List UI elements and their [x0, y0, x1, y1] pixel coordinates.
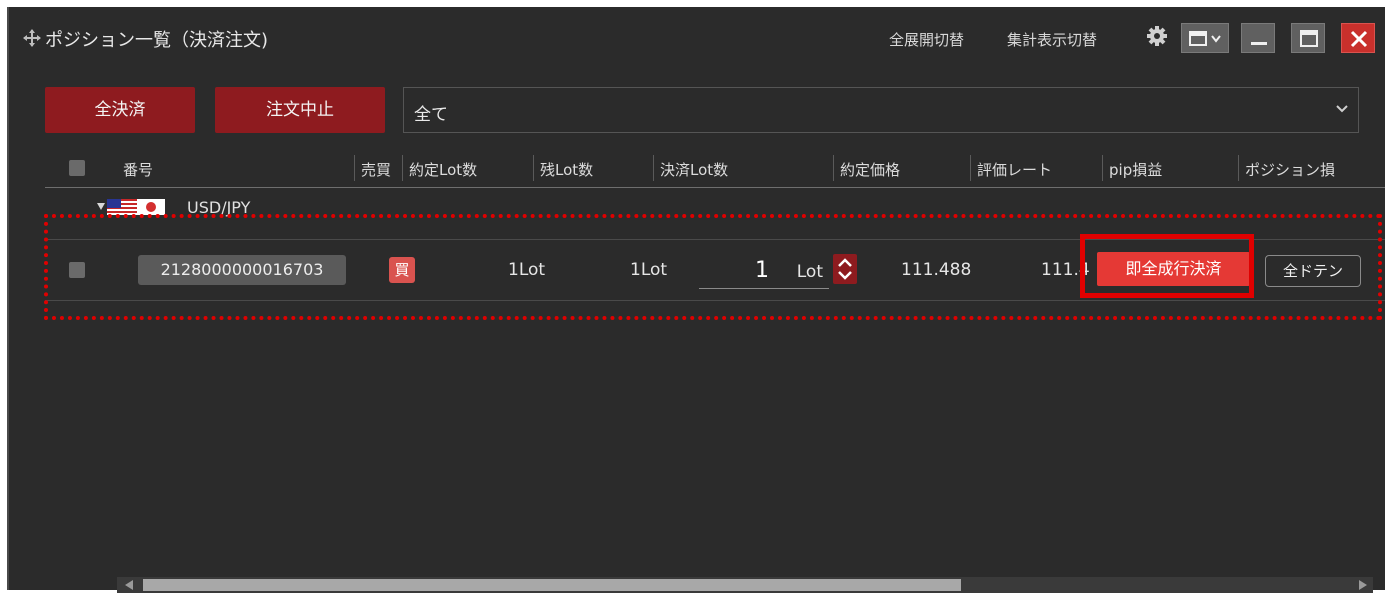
- column-divider: [833, 155, 834, 181]
- column-divider: [354, 155, 355, 181]
- us-jp-flag-icon: [107, 199, 165, 215]
- title-bar[interactable]: ポジション一覧（決済注文) 全展開切替 集計表示切替: [9, 7, 1385, 69]
- window-title: ポジション一覧（決済注文): [45, 30, 269, 51]
- maximize-button[interactable]: [1291, 23, 1325, 53]
- column-header-fill-price[interactable]: 約定価格: [840, 159, 900, 180]
- select-all-checkbox[interactable]: [69, 160, 85, 176]
- chevron-down-icon: [1336, 105, 1348, 113]
- summary-display-toggle[interactable]: 集計表示切替: [1007, 29, 1097, 50]
- column-header-position-pl[interactable]: ポジション損: [1245, 159, 1335, 180]
- column-divider: [653, 155, 654, 181]
- button-highlight-frame: [1080, 234, 1254, 298]
- currency-filter-select[interactable]: 全て: [403, 87, 1359, 133]
- column-header-eval-rate[interactable]: 評価レート: [977, 159, 1052, 180]
- settle-all-button[interactable]: 全決済: [45, 87, 195, 133]
- scroll-right-icon[interactable]: [1359, 580, 1367, 590]
- close-button[interactable]: [1341, 23, 1375, 53]
- column-divider: [1238, 155, 1239, 181]
- move-icon[interactable]: [23, 29, 41, 47]
- filter-value: 全て: [414, 105, 448, 125]
- table-header: 番号 売買 約定Lot数 残Lot数 決済Lot数 約定価格 評価レート pip…: [45, 147, 1385, 188]
- column-divider: [533, 155, 534, 181]
- minimize-button[interactable]: [1241, 23, 1275, 53]
- close-icon: [1350, 30, 1368, 48]
- column-divider: [1102, 155, 1103, 181]
- column-divider: [402, 155, 403, 181]
- horizontal-scrollbar[interactable]: [117, 577, 1373, 593]
- expand-all-toggle[interactable]: 全展開切替: [889, 29, 964, 50]
- column-divider: [970, 155, 971, 181]
- scroll-left-icon[interactable]: [125, 580, 133, 590]
- scrollbar-thumb[interactable]: [143, 579, 961, 591]
- layout-dropdown-button[interactable]: [1181, 23, 1229, 53]
- cancel-order-button[interactable]: 注文中止: [215, 87, 385, 133]
- column-header-pip-pl[interactable]: pip損益: [1109, 159, 1162, 180]
- column-header-filled-lot[interactable]: 約定Lot数: [409, 159, 477, 180]
- column-header-side[interactable]: 売買: [361, 159, 391, 180]
- expand-caret-icon[interactable]: [97, 203, 105, 210]
- gear-icon[interactable]: [1146, 25, 1168, 47]
- column-header-number[interactable]: 番号: [123, 159, 153, 180]
- maximize-icon: [1300, 30, 1318, 47]
- column-header-settle-lot[interactable]: 決済Lot数: [660, 159, 728, 180]
- minimize-icon: [1251, 42, 1267, 45]
- column-header-remaining-lot[interactable]: 残Lot数: [540, 159, 593, 180]
- layout-dropdown-icon: [1189, 31, 1221, 46]
